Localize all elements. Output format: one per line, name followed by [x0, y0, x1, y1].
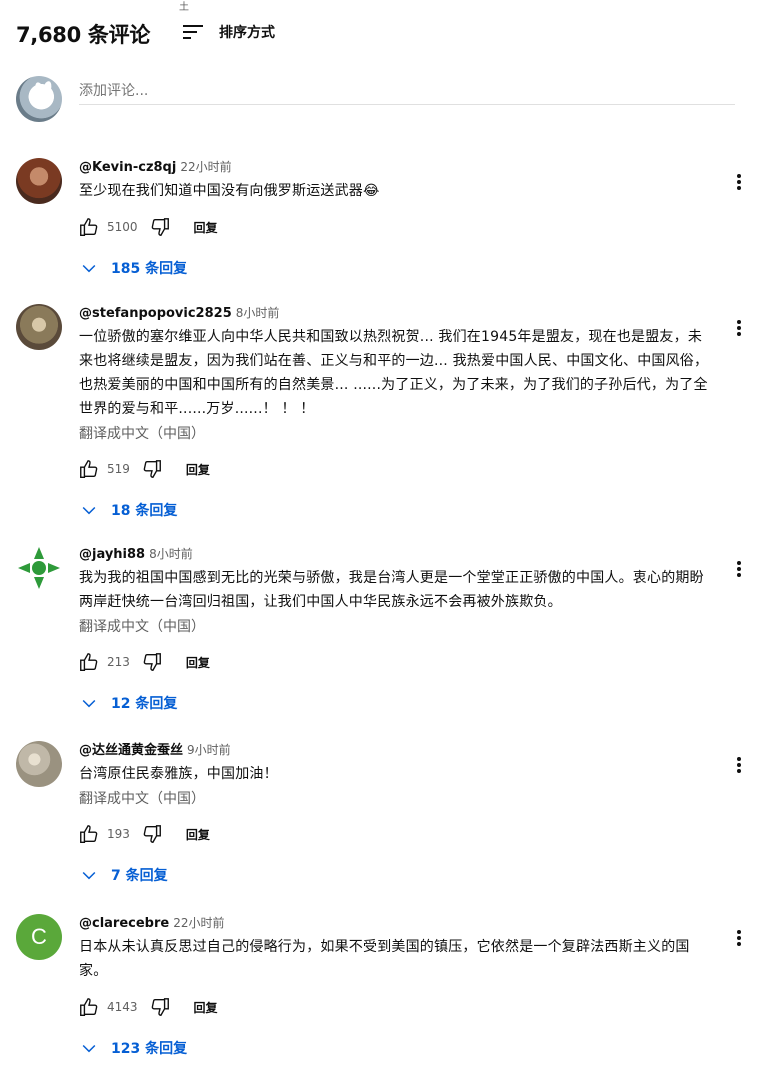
avatar[interactable]: C — [16, 914, 62, 960]
thumbs-down-icon[interactable] — [146, 993, 174, 1021]
avatar[interactable] — [16, 304, 62, 350]
reply-button[interactable]: 回复 — [182, 455, 214, 484]
more-options-icon[interactable] — [727, 316, 751, 340]
comment-time[interactable]: 22小时前 — [173, 916, 224, 930]
reply-button[interactable]: 回复 — [190, 993, 222, 1022]
reply-button[interactable]: 回复 — [182, 820, 214, 849]
replies-label: 123 条回复 — [111, 1041, 188, 1057]
avatar[interactable] — [16, 76, 62, 122]
comment-author[interactable]: @达丝通黄金蚕丝 — [79, 743, 183, 758]
more-options-icon[interactable] — [727, 926, 751, 950]
like-count: 4143 — [107, 1000, 138, 1014]
thumbs-up-icon[interactable] — [75, 648, 103, 676]
more-options-icon[interactable] — [727, 557, 751, 581]
thumbs-down-icon[interactable] — [138, 455, 166, 483]
comment-time[interactable]: 9小时前 — [187, 743, 231, 757]
more-options-icon[interactable] — [727, 753, 751, 777]
like-count: 193 — [107, 827, 130, 841]
comment-count: 7,680 条评论 — [16, 23, 151, 47]
avatar[interactable] — [16, 545, 62, 591]
thumbs-up-icon[interactable] — [75, 820, 103, 848]
comment-author[interactable]: @stefanpopovic2825 — [79, 306, 232, 321]
reply-button[interactable]: 回复 — [182, 648, 214, 677]
translate-link[interactable]: 翻译成中文（中国） — [79, 423, 711, 445]
translate-link[interactable]: 翻译成中文（中国） — [79, 788, 711, 810]
comment-author[interactable]: @Kevin-cz8qj — [79, 160, 176, 175]
stray-glyph: 土 — [179, 2, 189, 13]
sort-label: 排序方式 — [219, 25, 275, 41]
thumbs-down-icon[interactable] — [138, 648, 166, 676]
view-replies-button[interactable]: 12 条回复 — [79, 688, 711, 718]
comment-text: 日本从未认真反思过自己的侵略行为，如果不受到美国的镇压，它依然是一个复辟法西斯主… — [79, 939, 690, 979]
like-count: 213 — [107, 655, 130, 669]
reply-button[interactable]: 回复 — [190, 213, 222, 242]
thumbs-down-icon[interactable] — [146, 213, 174, 241]
view-replies-button[interactable]: 185 条回复 — [79, 253, 711, 283]
view-replies-button[interactable]: 7 条回复 — [79, 860, 711, 890]
comment-text: 至少现在我们知道中国没有向俄罗斯运送武器😂 — [79, 183, 380, 199]
like-count: 5100 — [107, 220, 138, 234]
avatar-letter: C — [31, 924, 47, 949]
sort-icon — [183, 20, 207, 44]
view-replies-button[interactable]: 18 条回复 — [79, 495, 711, 525]
view-replies-button[interactable]: 123 条回复 — [79, 1033, 711, 1063]
thumbs-up-icon[interactable] — [75, 993, 103, 1021]
replies-label: 7 条回复 — [111, 868, 168, 884]
comment-author[interactable]: @jayhi88 — [79, 547, 145, 562]
avatar[interactable] — [16, 158, 62, 204]
chevron-down-icon — [82, 1044, 96, 1053]
comments-header: 7,680 条评论 — [16, 18, 150, 50]
thumbs-up-icon[interactable] — [75, 213, 103, 241]
replies-label: 185 条回复 — [111, 261, 188, 277]
thumbs-up-icon[interactable] — [75, 455, 103, 483]
chevron-down-icon — [82, 699, 96, 708]
like-count: 519 — [107, 462, 130, 476]
comment-time[interactable]: 8小时前 — [149, 547, 193, 561]
chevron-down-icon — [82, 264, 96, 273]
comment-author[interactable]: @clarecebre — [79, 916, 169, 931]
sort-button[interactable]: 排序方式 — [183, 20, 275, 44]
replies-label: 12 条回复 — [111, 696, 178, 712]
comment-time[interactable]: 8小时前 — [236, 306, 280, 320]
comment-text: 我为我的祖国中国感到无比的光荣与骄傲，我是台湾人更是一个堂堂正正骄傲的中国人。衷… — [79, 570, 704, 610]
thumbs-down-icon[interactable] — [138, 820, 166, 848]
add-comment-input[interactable] — [79, 78, 735, 105]
comment-time[interactable]: 22小时前 — [180, 160, 231, 174]
avatar[interactable] — [16, 741, 62, 787]
comment-text: 一位骄傲的塞尔维亚人向中华人民共和国致以热烈祝贺... 我们在1945年是盟友，… — [79, 329, 709, 417]
more-options-icon[interactable] — [727, 170, 751, 194]
comment-text: 台湾原住民泰雅族，中国加油！ — [79, 766, 278, 782]
chevron-down-icon — [82, 506, 96, 515]
chevron-down-icon — [82, 871, 96, 880]
translate-link[interactable]: 翻译成中文（中国） — [79, 616, 711, 638]
replies-label: 18 条回复 — [111, 503, 178, 519]
